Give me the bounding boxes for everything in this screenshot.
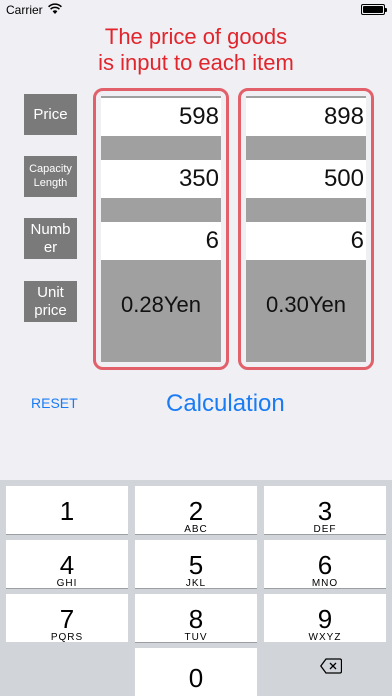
key-9[interactable]: 9 WXYZ xyxy=(264,594,386,643)
status-bar: Carrier xyxy=(0,0,392,20)
key-8[interactable]: 8 TUV xyxy=(135,594,257,643)
capacity-length-label: Capacity Length xyxy=(24,156,77,197)
unit-price-label: Unit price xyxy=(24,281,77,322)
carrier-label: Carrier xyxy=(6,3,43,17)
key-1[interactable]: 1 xyxy=(6,486,128,534)
price-input-1[interactable]: 598 xyxy=(101,98,221,136)
key-5[interactable]: 5 JKL xyxy=(135,540,257,589)
price-label: Price xyxy=(24,94,77,135)
instruction-heading: The price of goods is input to each item xyxy=(0,24,392,76)
reset-button[interactable]: RESET xyxy=(31,395,78,411)
capacity-input-2[interactable]: 500 xyxy=(246,160,366,198)
key-7[interactable]: 7 PQRS xyxy=(6,594,128,643)
numeric-keypad: 1 2 ABC 3 DEF 4 GHI 5 JKL 6 MNO 7 PQRS 8… xyxy=(0,480,392,696)
instruction-line-1: The price of goods xyxy=(104,24,288,49)
key-6[interactable]: 6 MNO xyxy=(264,540,386,589)
instruction-line-2: is input to each item xyxy=(98,50,294,75)
unit-price-result-2: 0.30Yen xyxy=(266,292,346,317)
key-2[interactable]: 2 ABC xyxy=(135,486,257,535)
unit-price-result-1: 0.28Yen xyxy=(121,292,201,317)
number-input-2[interactable]: 6 xyxy=(246,222,366,260)
price-input-2[interactable]: 898 xyxy=(246,98,366,136)
key-4[interactable]: 4 GHI xyxy=(6,540,128,589)
capacity-input-1[interactable]: 350 xyxy=(101,160,221,198)
item-column-2: 898 500 6 0.30Yen xyxy=(238,88,374,370)
key-blank xyxy=(0,642,128,696)
backspace-icon xyxy=(320,658,342,674)
key-3[interactable]: 3 DEF xyxy=(264,486,386,535)
delete-key[interactable] xyxy=(264,642,392,696)
calculation-button[interactable]: Calculation xyxy=(166,390,285,418)
wifi-icon xyxy=(48,3,62,14)
number-input-1[interactable]: 6 xyxy=(101,222,221,260)
battery-icon xyxy=(361,4,387,15)
number-label: Numb er xyxy=(24,218,77,259)
item-column-1: 598 350 6 0.28Yen xyxy=(93,88,229,370)
key-0[interactable]: 0 xyxy=(135,648,257,696)
